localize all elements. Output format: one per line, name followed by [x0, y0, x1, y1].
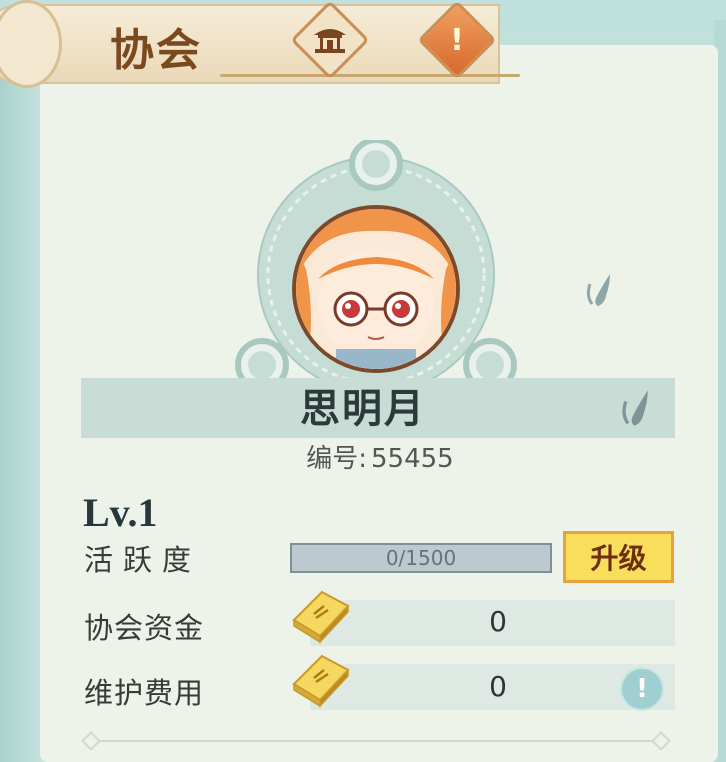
- header-banner: 协会 !: [0, 0, 726, 92]
- activity-max: /1500: [398, 546, 457, 570]
- brush-edit-icon: [586, 274, 610, 306]
- avatar[interactable]: [292, 205, 460, 373]
- funds-label: 协会资金: [84, 611, 205, 645]
- upgrade-button[interactable]: 升级: [563, 531, 674, 583]
- funds-value: 0: [489, 605, 507, 638]
- exclamation-icon: !: [636, 674, 648, 704]
- character-portrait: [296, 209, 456, 369]
- bottom-divider: [90, 740, 662, 742]
- page-title: 协会: [110, 25, 202, 76]
- edit-portrait-button[interactable]: [580, 268, 624, 312]
- exclamation-icon: !: [450, 22, 464, 58]
- pavilion-icon: [314, 29, 346, 53]
- brush-edit-icon: [622, 390, 648, 426]
- id-label: 编号:: [306, 444, 368, 474]
- gold-ingot-icon: [292, 654, 350, 708]
- gold-ingot-icon: [292, 590, 350, 644]
- header-decoration-line: [220, 74, 520, 77]
- maintenance-fee-label: 维护费用: [84, 676, 205, 710]
- maintenance-fee-value: 0: [489, 670, 507, 703]
- activity-label: 活跃度: [84, 543, 202, 577]
- fee-info-button[interactable]: !: [620, 667, 664, 711]
- edit-name-button[interactable]: [617, 386, 661, 430]
- level-label: Lv.1: [83, 490, 158, 535]
- association-id: 编号: 55455: [0, 438, 726, 475]
- activity-progress-bar: 0/1500: [290, 543, 552, 573]
- id-value: 55455: [371, 444, 454, 474]
- activity-current: 0: [385, 546, 399, 570]
- activity-progress-text: 0/1500: [292, 545, 550, 571]
